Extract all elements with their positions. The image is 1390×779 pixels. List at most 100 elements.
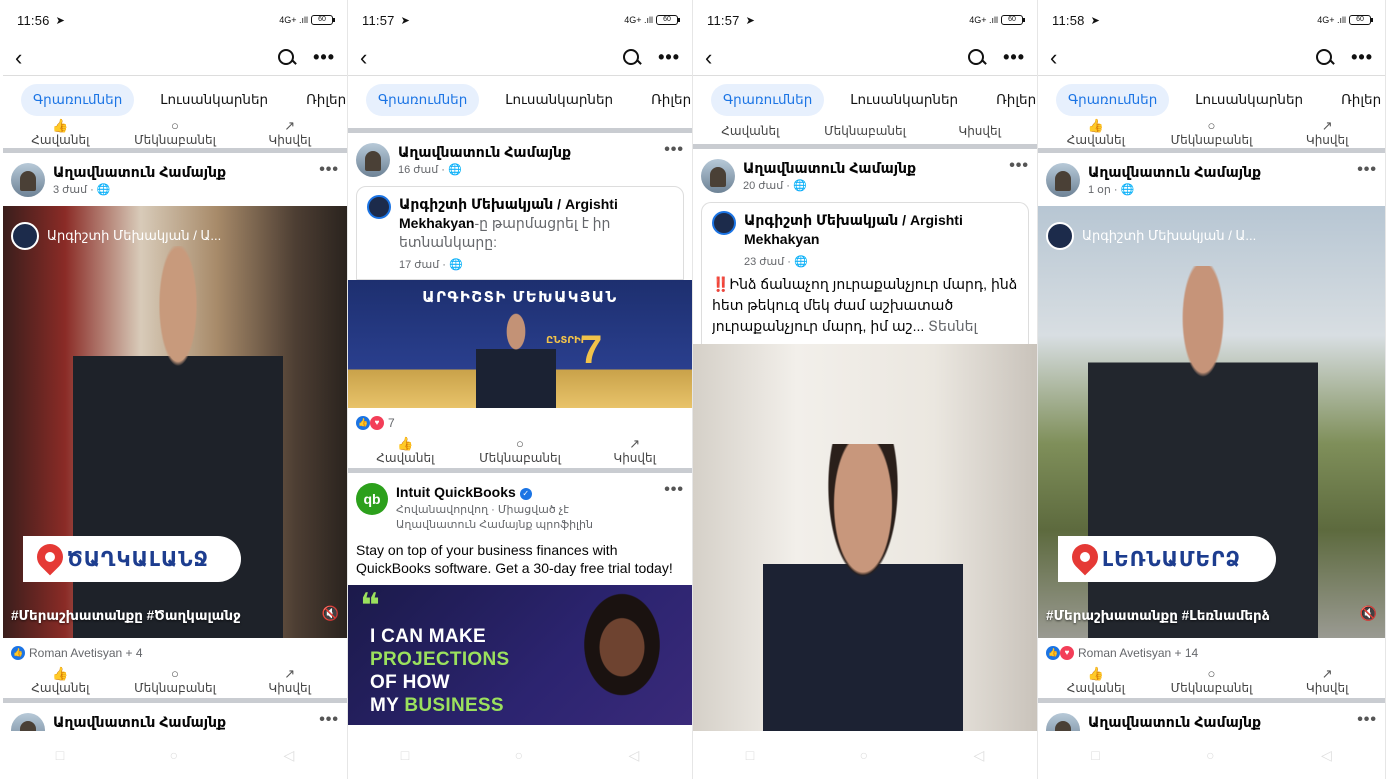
home-icon[interactable]: ○ xyxy=(515,747,523,763)
like-button[interactable]: 👍 Հավանել xyxy=(1041,667,1151,696)
post-time[interactable]: 1 օր xyxy=(1088,184,1111,196)
page-name[interactable]: Աղավնատուն Համայնք xyxy=(398,143,571,161)
home-icon[interactable]: ○ xyxy=(860,747,868,763)
more-dots-icon[interactable]: ••• xyxy=(1003,47,1025,68)
share-button[interactable]: ↗ Կիսվել xyxy=(235,667,345,696)
tab-reels[interactable]: Ռիլեր xyxy=(639,84,692,116)
comment-button[interactable]: Մեկնաբանել xyxy=(810,124,920,138)
like-button[interactable]: 👍 Հավանել xyxy=(5,667,115,696)
tab-posts[interactable]: Գրառումներ xyxy=(711,84,825,116)
search-icon[interactable] xyxy=(275,46,299,70)
shared-post[interactable]: Արգիշտի Մեխակյան / Argishti Mekhakyan-ը … xyxy=(356,186,684,280)
recent-apps-icon[interactable]: □ xyxy=(401,747,409,763)
search-icon[interactable] xyxy=(965,46,989,70)
more-dots-icon[interactable]: ••• xyxy=(1351,47,1373,68)
shared-time[interactable]: 17 ժամ xyxy=(399,259,439,271)
ad-name[interactable]: Intuit QuickBooks xyxy=(396,484,516,500)
post-more-icon[interactable]: ••• xyxy=(1357,711,1377,729)
page-avatar[interactable] xyxy=(701,159,735,193)
telegram-icon: ➤ xyxy=(55,14,65,27)
post-actions: 👍 Հավանել ○ Մեկնաբանել ↗ Կիսվել xyxy=(348,434,692,468)
tab-reels[interactable]: Ռիլեր xyxy=(1329,84,1385,116)
video-hashtags[interactable]: #Մերաշխատանքը #Ծաղկալանջ xyxy=(11,608,241,624)
tab-photos[interactable]: Լուսանկարներ xyxy=(838,84,970,116)
video-hashtags[interactable]: #Մերաշխատանքը #Լեռնամերձ xyxy=(1046,608,1270,624)
post-more-icon[interactable]: ••• xyxy=(1357,161,1377,179)
comment-button[interactable]: ○ Մեկնաբանել xyxy=(1156,667,1266,696)
like-button[interactable]: 👍 Հավանել xyxy=(350,436,460,466)
post-more-icon[interactable]: ••• xyxy=(319,161,339,179)
page-name[interactable]: Աղավնատուն Համայնք xyxy=(53,713,226,731)
back-arrow-icon[interactable]: ‹ xyxy=(15,46,39,69)
back-arrow-icon[interactable]: ‹ xyxy=(360,46,384,69)
recent-apps-icon[interactable]: □ xyxy=(746,747,754,763)
shared-time[interactable]: 23 ժամ xyxy=(744,256,784,268)
shared-post[interactable]: Արգիշտի Մեխակյան / Argishti Mekhakyan 23… xyxy=(701,202,1029,344)
reel-video[interactable]: Արգիշտի Մեխակյան / Ա... ԾԱՂԿԱԼԱՆՋ #Մերաշ… xyxy=(3,206,347,638)
post-photo[interactable] xyxy=(693,344,1037,731)
page-name[interactable]: Աղավնատուն Համայնք xyxy=(53,163,226,181)
share-button[interactable]: ↗ Կիսվել xyxy=(1272,667,1382,696)
reactions-summary[interactable]: 👍 ♥ 7 xyxy=(348,408,692,434)
tab-reels[interactable]: Ռիլեր xyxy=(294,84,347,116)
like-icon: 👍 xyxy=(397,436,414,451)
share-button[interactable]: ↗ Կիսվել xyxy=(580,437,690,466)
more-dots-icon[interactable]: ••• xyxy=(313,47,335,68)
back-nav-icon[interactable]: ◁ xyxy=(628,747,639,764)
reel-video[interactable]: Արգիշտի Մեխակյան / Ա... ԼԵՌՆԱՄԵՐՁ #Մերաշ… xyxy=(1038,206,1385,638)
tab-photos[interactable]: Լուսանկարներ xyxy=(493,84,625,116)
home-icon[interactable]: ○ xyxy=(170,747,178,763)
tab-posts[interactable]: Գրառումներ xyxy=(21,84,135,116)
mute-icon[interactable]: 🔇 xyxy=(1360,605,1377,622)
recent-apps-icon[interactable]: □ xyxy=(56,747,64,763)
post-time[interactable]: 3 ժամ xyxy=(53,184,87,196)
back-nav-icon[interactable]: ◁ xyxy=(1321,747,1332,764)
page-avatar[interactable] xyxy=(11,713,45,731)
like-button[interactable]: Հավանել xyxy=(695,124,805,138)
more-dots-icon[interactable]: ••• xyxy=(658,47,680,68)
ad-image[interactable]: ❝ I CAN MAKE PROJECTIONS OF HOW MY BUSIN… xyxy=(348,585,692,725)
recent-apps-icon[interactable]: □ xyxy=(1091,747,1099,763)
back-nav-icon[interactable]: ◁ xyxy=(283,747,294,764)
cover-photo[interactable]: ԱՐԳԻՇՏԻ ՄԵԽԱԿՅԱՆ ԸՆՏՐԻՐ 7 xyxy=(348,280,692,408)
tab-reels[interactable]: Ռիլեր xyxy=(984,84,1037,116)
tab-posts[interactable]: Գրառումներ xyxy=(1056,84,1170,116)
post-more-icon[interactable]: ••• xyxy=(664,141,684,159)
back-arrow-icon[interactable]: ‹ xyxy=(1050,46,1074,69)
ad-more-icon[interactable]: ••• xyxy=(664,481,684,499)
tab-photos[interactable]: Լուսանկարներ xyxy=(148,84,280,116)
back-arrow-icon[interactable]: ‹ xyxy=(705,46,729,69)
post-time[interactable]: 20 ժամ xyxy=(743,180,783,192)
like-button[interactable]: 👍 Հավանել xyxy=(5,119,115,148)
page-avatar[interactable] xyxy=(1046,713,1080,731)
home-icon[interactable]: ○ xyxy=(1206,747,1214,763)
post-time[interactable]: 16 ժամ xyxy=(398,164,438,176)
post-more-icon[interactable]: ••• xyxy=(1009,157,1029,175)
page-avatar[interactable] xyxy=(356,143,390,177)
page-name[interactable]: Աղավնատուն Համայնք xyxy=(1088,713,1261,731)
like-button[interactable]: 👍 Հավանել xyxy=(1041,119,1151,148)
page-name[interactable]: Աղավնատուն Համայնք xyxy=(1088,163,1261,181)
share-button[interactable]: Կիսվել xyxy=(925,124,1035,138)
post-more-icon[interactable]: ••• xyxy=(319,711,339,729)
shared-author[interactable]: Արգիշտի Մեխակյան / Argishti Mekhakyan xyxy=(744,212,963,247)
search-icon[interactable] xyxy=(620,46,644,70)
reactions-summary[interactable]: 👍 Roman Avetisyan + 4 xyxy=(3,638,347,664)
tab-photos[interactable]: Լուսանկարներ xyxy=(1183,84,1315,116)
search-icon[interactable] xyxy=(1313,46,1337,70)
comment-button[interactable]: ○ Մեկնաբանել xyxy=(120,667,230,696)
mute-icon[interactable]: 🔇 xyxy=(322,605,339,622)
page-avatar[interactable] xyxy=(11,163,45,197)
comment-button[interactable]: ○ Մեկնաբանել xyxy=(120,119,230,148)
page-name[interactable]: Աղավնատուն Համայնք xyxy=(743,159,916,177)
reactions-summary[interactable]: 👍 ♥ Roman Avetisyan + 14 xyxy=(1038,638,1385,664)
comment-icon: ○ xyxy=(1207,118,1216,133)
tab-posts[interactable]: Գրառումներ xyxy=(366,84,480,116)
back-nav-icon[interactable]: ◁ xyxy=(973,747,984,764)
page-avatar[interactable] xyxy=(1046,163,1080,197)
comment-button[interactable]: ○ Մեկնաբանել xyxy=(1156,118,1266,148)
comment-button[interactable]: ○ Մեկնաբանել xyxy=(465,437,575,466)
quickbooks-logo[interactable]: qb xyxy=(356,483,388,515)
share-button[interactable]: ↗ Կիսվել xyxy=(1272,119,1382,148)
share-button[interactable]: ↗ Կիսվել xyxy=(235,119,345,148)
